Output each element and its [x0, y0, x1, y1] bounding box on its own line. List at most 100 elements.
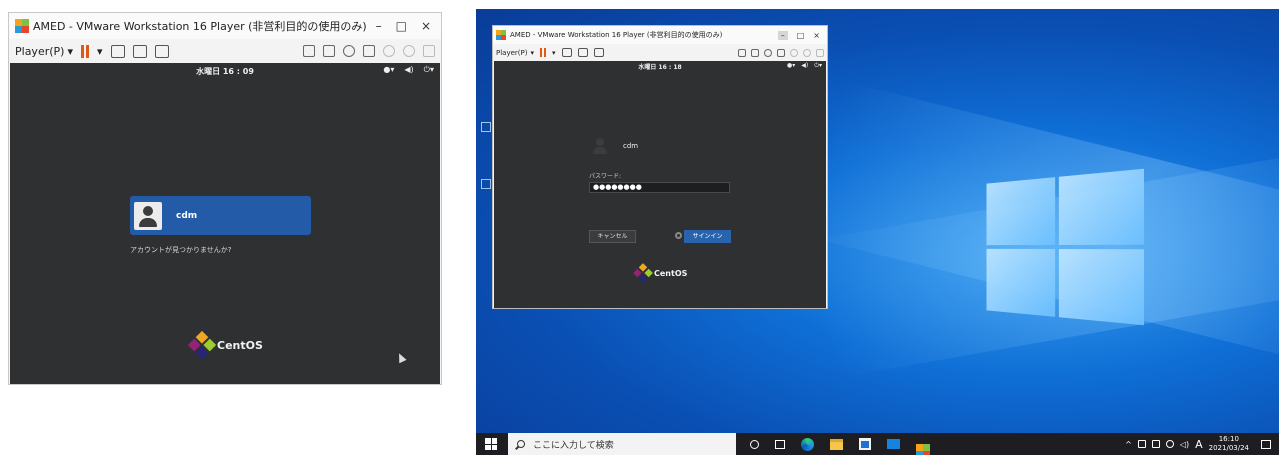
- guest-screen[interactable]: 水曜日 16 : 18 ●▾ ◀) ⏻▾ cdm パスワード: ●●●●●●●●…: [494, 61, 826, 308]
- forward-icon[interactable]: [738, 48, 746, 57]
- player-menu[interactable]: Player(P) ▾: [15, 45, 73, 58]
- cancel-button[interactable]: キャンセル: [589, 230, 636, 243]
- notification-center-icon[interactable]: [1261, 439, 1271, 449]
- search-icon: [517, 440, 525, 448]
- network-globe-icon[interactable]: [1165, 440, 1174, 448]
- player-menu[interactable]: Player(P) ▾: [496, 49, 534, 57]
- maximize-button[interactable]: □: [396, 19, 407, 33]
- power-icon[interactable]: ⏻▾: [424, 65, 434, 75]
- desktop-shortcut-icon[interactable]: [481, 179, 491, 189]
- volume-icon[interactable]: ◀): [801, 62, 808, 70]
- removable-device-icon[interactable]: [751, 48, 759, 57]
- centos-mark-icon: [633, 263, 653, 283]
- password-input[interactable]: ●●●●●●●●: [589, 182, 730, 193]
- guest-clock[interactable]: 水曜日 16 : 09: [196, 66, 254, 77]
- chevron-down-icon: ▾: [530, 48, 534, 57]
- show-hidden-icons-chevron-icon[interactable]: ^: [1125, 440, 1132, 449]
- microsoft-store-icon[interactable]: [859, 438, 871, 450]
- mouse-cursor-icon: [395, 351, 407, 364]
- vmware-app-icon: [496, 30, 506, 40]
- forward-icon[interactable]: [303, 45, 315, 57]
- edge-browser-icon[interactable]: [801, 437, 814, 451]
- password-label: パスワード:: [589, 173, 622, 180]
- player-menu-label: Player(P): [496, 48, 528, 57]
- window-title: AMED - VMware Workstation 16 Player (非営利…: [33, 20, 367, 33]
- chevron-down-icon: ▾: [67, 44, 73, 58]
- file-explorer-icon[interactable]: [830, 438, 843, 450]
- device-icon[interactable]: [1137, 440, 1146, 448]
- user-avatar-icon: [134, 201, 162, 230]
- cd-drive-icon[interactable]: [343, 45, 355, 57]
- centos-brand-text: CentOS: [217, 338, 263, 352]
- taskbar-date: 2021/03/24: [1208, 444, 1249, 452]
- pause-icon[interactable]: [80, 44, 89, 58]
- power-icon[interactable]: ⏻▾: [814, 62, 822, 70]
- network-icon[interactable]: [777, 48, 785, 57]
- task-view-icon[interactable]: [775, 439, 785, 449]
- send-ctrl-alt-del-icon[interactable]: [561, 48, 572, 57]
- taskbar-time: 16:10: [1218, 435, 1239, 443]
- windows-wallpaper-logo: [986, 168, 1145, 326]
- centos-logo: CentOS: [633, 263, 687, 283]
- vmware-window-right: AMED - VMware Workstation 16 Player (非営利…: [492, 25, 828, 309]
- taskbar-search-box[interactable]: ここに入力して検索: [508, 433, 736, 455]
- usb-icon[interactable]: [790, 48, 798, 57]
- sound-icon[interactable]: [403, 45, 415, 57]
- fullscreen-icon[interactable]: [132, 44, 147, 58]
- message-icon[interactable]: [816, 48, 824, 57]
- volume-icon[interactable]: ◀): [404, 65, 413, 75]
- taskbar-clock[interactable]: 16:10 2021/03/24: [1209, 435, 1249, 453]
- removable-device-icon[interactable]: [323, 45, 335, 57]
- speaker-icon[interactable]: ◁): [1180, 440, 1189, 449]
- guest-screen[interactable]: 水曜日 16 : 09 ●▾ ◀) ⏻▾ cdm アカウントが見つかりませんか?…: [10, 63, 440, 384]
- sound-icon[interactable]: [803, 48, 811, 57]
- chevron-down-icon[interactable]: ▾: [552, 49, 556, 57]
- user-name: cdm: [176, 210, 198, 221]
- search-placeholder: ここに入力して検索: [533, 440, 614, 451]
- message-icon[interactable]: [423, 45, 435, 57]
- cd-drive-icon[interactable]: [764, 48, 772, 57]
- title-bar[interactable]: AMED - VMware Workstation 16 Player (非営利…: [493, 26, 827, 44]
- windows-desktop: AMED - VMware Workstation 16 Player (非営利…: [476, 9, 1279, 455]
- centos-logo: CentOS: [187, 330, 263, 360]
- vmware-app-icon: [15, 19, 29, 33]
- system-tray: ^ ◁) A 16:10 2021/03/24: [1125, 435, 1279, 453]
- close-button[interactable]: ×: [421, 19, 431, 33]
- gnome-top-bar: 水曜日 16 : 18 ●▾ ◀) ⏻▾: [494, 61, 826, 72]
- accessibility-icon[interactable]: ●▾: [787, 62, 795, 70]
- maximize-button[interactable]: □: [797, 31, 805, 40]
- vmware-window-left: AMED - VMware Workstation 16 Player (非営利…: [8, 12, 442, 385]
- ime-indicator[interactable]: A: [1195, 438, 1203, 451]
- minimize-button[interactable]: –: [376, 19, 382, 33]
- window-title: AMED - VMware Workstation 16 Player (非営利…: [510, 31, 723, 39]
- battery-icon[interactable]: [1151, 440, 1160, 448]
- account-not-found-link[interactable]: アカウントが見つかりませんか?: [130, 245, 232, 255]
- accessibility-icon[interactable]: ●▾: [383, 65, 394, 75]
- network-icon[interactable]: [363, 45, 375, 57]
- guest-clock[interactable]: 水曜日 16 : 18: [638, 62, 681, 71]
- windows-start-icon[interactable]: [485, 438, 497, 450]
- user-name: cdm: [623, 142, 639, 150]
- send-ctrl-alt-del-icon[interactable]: [110, 44, 125, 58]
- user-list-item[interactable]: cdm: [130, 196, 311, 235]
- desktop-shortcut-icon[interactable]: [481, 122, 491, 132]
- signin-button[interactable]: サインイン: [684, 230, 731, 243]
- player-menu-label: Player(P): [15, 44, 65, 58]
- unity-icon[interactable]: [593, 48, 604, 57]
- unity-icon[interactable]: [154, 44, 169, 58]
- fullscreen-icon[interactable]: [577, 48, 588, 57]
- spinner-icon: [675, 232, 682, 239]
- usb-icon[interactable]: [383, 45, 395, 57]
- gnome-top-bar: 水曜日 16 : 09 ●▾ ◀) ⏻▾: [10, 63, 440, 79]
- taskbar: ここに入力して検索 ^ ◁) A 16:10 2021/03/24: [476, 433, 1279, 455]
- toolbar: Player(P) ▾ ▾: [493, 44, 827, 61]
- pause-icon[interactable]: [539, 48, 546, 57]
- toolbar: Player(P) ▾ ▾: [9, 39, 441, 63]
- mail-icon[interactable]: [887, 439, 900, 449]
- chevron-down-icon[interactable]: ▾: [97, 45, 103, 58]
- cortana-icon[interactable]: [750, 439, 759, 449]
- close-button[interactable]: ×: [813, 31, 820, 40]
- minimize-button[interactable]: –: [777, 30, 788, 40]
- title-bar[interactable]: AMED - VMware Workstation 16 Player (非営利…: [9, 13, 441, 39]
- centos-mark-icon: [187, 330, 217, 360]
